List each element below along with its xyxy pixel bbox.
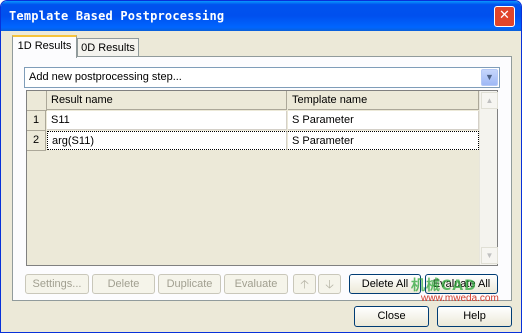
chevron-down-icon[interactable]: ▼ [481, 69, 498, 86]
close-window-button[interactable]: ✕ [494, 6, 515, 27]
window-title: Template Based Postprocessing [9, 9, 225, 23]
dialog-window: Template Based Postprocessing ✕ 1D Resul… [0, 0, 522, 333]
evaluate-button[interactable]: Evaluate [224, 274, 288, 294]
postprocessing-step-dropdown[interactable]: Add new postprocessing step... ▼ [24, 67, 500, 88]
help-button[interactable]: Help [437, 306, 512, 327]
scroll-up-icon[interactable]: ▲ [481, 92, 498, 109]
arrow-down-icon[interactable]: 🡣 [318, 274, 341, 294]
row-number[interactable]: 2 [27, 131, 46, 151]
watermark-logo: 机械CAD [411, 278, 477, 294]
row-number[interactable]: 1 [27, 111, 46, 131]
settings-button[interactable]: Settings... [25, 274, 89, 294]
duplicate-button[interactable]: Duplicate [158, 274, 221, 294]
tab-0d-results[interactable]: 0D Results [77, 38, 139, 58]
column-header-template-name[interactable]: Template name [288, 91, 479, 110]
corner-header [27, 91, 47, 111]
results-table: Result name Template name 1 S11 S Parame… [26, 90, 498, 266]
table-cell-template[interactable]: S Parameter [288, 111, 479, 130]
dropdown-value: Add new postprocessing step... [29, 71, 182, 83]
watermark-url: www.mweda.com [421, 293, 499, 304]
title-bar[interactable]: Template Based Postprocessing ✕ [1, 1, 521, 31]
table-cell-result[interactable]: S11 [47, 111, 287, 130]
scroll-down-icon[interactable]: ▼ [481, 247, 498, 264]
table-cell-template[interactable]: S Parameter [288, 131, 479, 150]
table-cell-result[interactable]: arg(S11) [47, 131, 287, 150]
close-button[interactable]: Close [354, 306, 429, 327]
delete-button[interactable]: Delete [92, 274, 155, 294]
column-header-result-name[interactable]: Result name [47, 91, 287, 110]
tab-1d-results[interactable]: 1D Results [12, 35, 77, 58]
table-vertical-scrollbar[interactable]: ▲ ▼ [479, 91, 498, 265]
arrow-up-icon[interactable]: 🡡 [293, 274, 316, 294]
